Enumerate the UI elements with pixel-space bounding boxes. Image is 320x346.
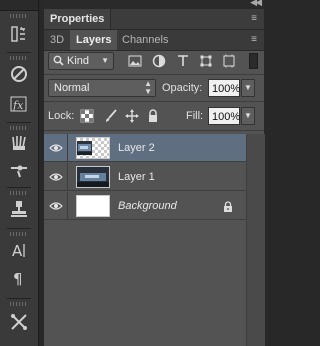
filter-toggle-switch[interactable]	[249, 53, 258, 69]
layer-filter-row: Kind ▼	[44, 50, 264, 72]
styles-fx-icon[interactable]: fx	[9, 94, 29, 114]
lock-transparent-pixels-icon[interactable]	[80, 109, 94, 123]
svg-text:fx: fx	[12, 99, 24, 112]
separator	[7, 52, 31, 53]
drag-grip[interactable]	[10, 56, 28, 60]
layer-lock-icon	[223, 200, 233, 218]
lock-image-pixels-icon[interactable]	[104, 109, 118, 123]
layer-row-layer-1[interactable]: Layer 1	[44, 163, 246, 191]
filter-kind-select[interactable]: Kind ▼	[48, 52, 114, 70]
tool-strip-header	[0, 0, 38, 11]
panel-menu-icon[interactable]: ≡	[248, 14, 260, 24]
eye-icon	[49, 144, 63, 152]
layers-scrollbar[interactable]	[246, 134, 265, 346]
filter-kind-label: Kind	[67, 55, 90, 67]
separator	[7, 298, 31, 299]
eye-icon	[49, 202, 63, 210]
chevron-updown-icon: ▲ ▼	[144, 79, 152, 96]
tab-properties[interactable]: Properties	[44, 9, 112, 29]
svg-text:A: A	[12, 242, 23, 260]
svg-text:¶: ¶	[13, 270, 23, 288]
tool-presets-icon[interactable]	[9, 312, 29, 332]
drag-grip[interactable]	[10, 232, 28, 236]
lock-all-icon[interactable]	[146, 109, 160, 123]
divider	[44, 130, 264, 131]
lock-label: Lock:	[48, 110, 75, 122]
layer-thumbnail[interactable]	[76, 195, 110, 217]
separator	[7, 122, 31, 123]
layers-menu-icon[interactable]: ≡	[248, 35, 260, 45]
pixel-layer-filter-icon[interactable]	[128, 54, 142, 68]
opacity-label: Opacity:	[162, 82, 203, 94]
adjustments-icon[interactable]	[9, 64, 29, 84]
panel-tabs: 3D Layers Channels ≡	[44, 30, 264, 51]
tool-strip: fx A ¶	[0, 0, 39, 346]
layer-row-background[interactable]: Background	[44, 192, 246, 220]
visibility-toggle[interactable]	[44, 192, 68, 220]
opacity-dropdown-button[interactable]: ▼	[241, 79, 255, 97]
drag-grip[interactable]	[10, 191, 28, 195]
blend-mode-select[interactable]: Normal ▲ ▼	[48, 79, 156, 97]
paragraph-icon[interactable]: ¶	[9, 268, 29, 288]
fill-input[interactable]: 100%	[208, 107, 240, 125]
layer-name[interactable]: Layer 1	[118, 163, 155, 191]
layers-panel: ◀◀ Properties ≡ 3D Layers Channels ≡ Kin…	[44, 0, 265, 346]
tab-3d[interactable]: 3D	[44, 30, 70, 50]
brush-presets-icon[interactable]	[9, 133, 29, 153]
layer-row-layer-2[interactable]: Layer 2	[44, 134, 246, 162]
blend-row: Normal ▲ ▼ Opacity: 100% ▼	[44, 77, 264, 99]
character-icon[interactable]: A	[9, 240, 29, 260]
layer-thumbnail[interactable]	[76, 137, 110, 159]
fill-dropdown-button[interactable]: ▼	[241, 107, 255, 125]
visibility-toggle[interactable]	[44, 134, 68, 162]
drag-grip[interactable]	[10, 14, 28, 18]
eye-icon	[49, 173, 63, 181]
divider	[44, 74, 264, 75]
smart-object-filter-icon[interactable]	[222, 54, 236, 68]
visibility-toggle[interactable]	[44, 163, 68, 191]
layer-name[interactable]: Layer 2	[118, 134, 155, 162]
separator	[7, 187, 31, 188]
brush-icon[interactable]	[9, 160, 29, 180]
layer-thumbnail[interactable]	[76, 166, 110, 188]
fill-label: Fill:	[186, 110, 204, 122]
clone-source-icon[interactable]	[9, 199, 29, 219]
separator	[7, 228, 31, 229]
opacity-input[interactable]: 100%	[208, 79, 240, 97]
type-layer-filter-icon[interactable]	[176, 54, 190, 68]
drag-grip[interactable]	[10, 126, 28, 130]
drag-grip[interactable]	[10, 302, 28, 306]
history-icon[interactable]	[9, 24, 29, 44]
layer-name[interactable]: Background	[118, 192, 177, 220]
divider	[44, 101, 264, 102]
lock-row: Lock: Fill: 100% ▼	[44, 105, 264, 127]
tab-channels[interactable]: Channels	[116, 30, 174, 50]
shape-layer-filter-icon[interactable]	[199, 54, 213, 68]
lock-position-icon[interactable]	[125, 109, 139, 123]
tab-layers[interactable]: Layers	[70, 30, 118, 50]
search-icon	[53, 55, 64, 71]
collapse-panels-icon[interactable]: ◀◀	[250, 0, 262, 8]
properties-header: Properties ≡	[44, 8, 264, 30]
blend-mode-value: Normal	[54, 82, 90, 94]
panel-dock-bar: ◀◀	[44, 0, 264, 8]
chevron-down-icon: ▼	[101, 56, 109, 65]
adjustment-layer-filter-icon[interactable]	[152, 54, 166, 68]
